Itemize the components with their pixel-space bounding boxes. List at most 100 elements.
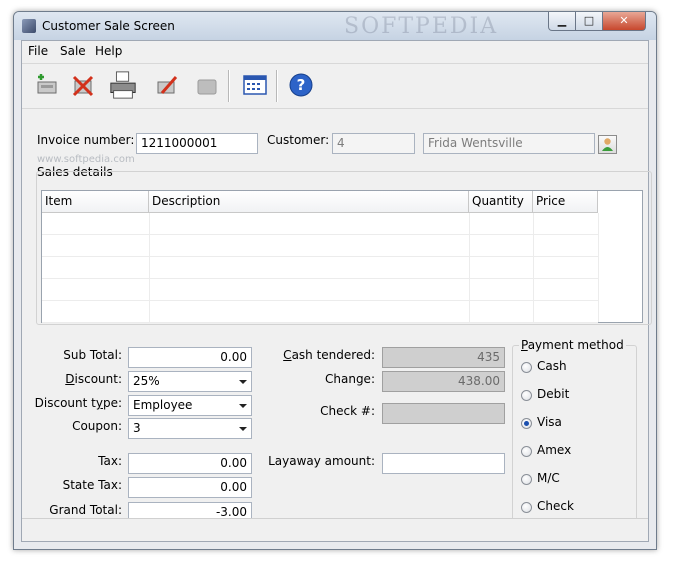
menu-help[interactable]: Help: [95, 44, 122, 58]
table-row[interactable]: [42, 279, 598, 301]
change-field[interactable]: 438.00: [382, 371, 505, 392]
grid-line: [469, 213, 470, 322]
app-icon: [22, 19, 36, 33]
minimize-button[interactable]: ▁: [548, 12, 576, 31]
radio-visa-label[interactable]: Visa: [537, 415, 562, 429]
new-sale-icon: [37, 74, 57, 94]
discount-type-label-post: pe:: [102, 396, 122, 410]
grand-total-label: Grand Total:: [49, 503, 122, 517]
discount-type-label-pre: Discount t: [34, 396, 96, 410]
edit-button[interactable]: [152, 70, 182, 100]
invoice-number-label: Invoice number:: [37, 133, 135, 147]
discount-label: Discount:: [42, 372, 122, 386]
cash-tendered-label: Cash tendered:: [272, 348, 375, 362]
disabled-icon: [197, 79, 217, 95]
radio-amex-label[interactable]: Amex: [537, 443, 571, 457]
radio-debit[interactable]: [521, 390, 532, 401]
user-icon: [602, 138, 613, 151]
radio-mc[interactable]: [521, 474, 532, 485]
cash-tendered-accesskey: C: [283, 348, 292, 362]
close-icon: ✕: [619, 14, 629, 27]
radio-amex[interactable]: [521, 446, 532, 457]
customer-name-field[interactable]: Frida Wentsville: [423, 133, 595, 154]
table-row[interactable]: [42, 213, 598, 235]
print-icon: [110, 71, 136, 99]
column-header-description[interactable]: Description: [149, 191, 469, 213]
new-sale-button[interactable]: [32, 70, 62, 100]
softpedia-url-watermark: www.softpedia.com: [37, 154, 135, 165]
calendar-icon: [243, 75, 267, 95]
radio-cash-label[interactable]: Cash: [537, 359, 567, 373]
maximize-button[interactable]: □: [575, 12, 603, 31]
chevron-down-icon: [239, 380, 247, 384]
help-icon: ?: [289, 73, 313, 97]
discount-type-label: Discount type:: [30, 396, 122, 410]
menu-bar: File Sale Help: [22, 41, 648, 61]
menu-file[interactable]: File: [28, 44, 48, 58]
discount-label-accesskey: D: [65, 372, 75, 386]
payment-method-legend-text: ayment method: [527, 338, 624, 352]
layaway-amount-label: Layaway amount:: [268, 454, 375, 468]
delete-button[interactable]: [68, 70, 98, 100]
title-bar[interactable]: Customer Sale Screen SOFTPEDIA ▁ □ ✕: [14, 12, 656, 40]
payment-method-group: Payment method Cash Debit Visa Amex M/C …: [512, 338, 637, 523]
table-row[interactable]: [42, 301, 598, 323]
print-button[interactable]: [108, 70, 138, 100]
close-button[interactable]: ✕: [602, 12, 646, 31]
sales-grid[interactable]: Item Description Quantity Price: [41, 190, 643, 323]
calendar-button[interactable]: [240, 70, 270, 100]
tax-label: Tax:: [98, 454, 122, 468]
discount-value: 25%: [133, 374, 160, 388]
discount-type-label-accesskey: y: [95, 396, 103, 410]
toolbar-separator: [276, 70, 278, 102]
menu-sale[interactable]: Sale: [60, 44, 86, 58]
radio-check[interactable]: [521, 502, 532, 513]
table-row[interactable]: [42, 257, 598, 279]
invoice-number-field[interactable]: 1211000001: [136, 133, 258, 154]
check-number-field[interactable]: [382, 403, 505, 424]
grid-line: [598, 213, 599, 322]
coupon-value: 3: [133, 421, 141, 435]
discount-type-value: Employee: [133, 398, 193, 412]
discount-type-combo[interactable]: Employee: [128, 395, 252, 416]
svg-text:?: ?: [297, 76, 306, 94]
radio-mc-label[interactable]: M/C: [537, 471, 560, 485]
customer-label: Customer:: [267, 133, 330, 147]
toolbar-separator: [228, 70, 230, 102]
discount-label-text: iscount:: [74, 372, 122, 386]
radio-check-label[interactable]: Check: [537, 499, 574, 513]
grid-line: [149, 213, 150, 322]
client-area: File Sale Help ? Invoice number: 1211000…: [21, 40, 652, 542]
radio-debit-label[interactable]: Debit: [537, 387, 569, 401]
disabled-button: [192, 70, 222, 100]
subtotal-field[interactable]: 0.00: [128, 347, 252, 368]
payment-method-legend: Payment method: [519, 338, 626, 352]
coupon-label: Coupon:: [72, 419, 122, 433]
window-title: Customer Sale Screen: [42, 19, 175, 33]
subtotal-label: Sub Total:: [63, 348, 122, 362]
customer-id-field[interactable]: 4: [332, 133, 415, 154]
column-header-quantity[interactable]: Quantity: [469, 191, 533, 213]
discount-combo[interactable]: 25%: [128, 371, 252, 392]
state-tax-label: State Tax:: [62, 478, 122, 492]
column-header-item[interactable]: Item: [42, 191, 149, 213]
tax-field[interactable]: 0.00: [128, 453, 252, 474]
status-bar: [22, 518, 648, 541]
layaway-amount-field[interactable]: [382, 453, 505, 474]
maximize-icon: □: [583, 14, 595, 27]
table-row[interactable]: [42, 235, 598, 257]
coupon-combo[interactable]: 3: [128, 418, 252, 439]
column-header-price[interactable]: Price: [533, 191, 598, 213]
cash-tendered-field[interactable]: 435: [382, 347, 505, 368]
chevron-down-icon: [239, 427, 247, 431]
state-tax-field[interactable]: 0.00: [128, 477, 252, 498]
radio-visa[interactable]: [521, 418, 532, 429]
customer-lookup-button[interactable]: [598, 135, 617, 154]
radio-cash[interactable]: [521, 362, 532, 373]
change-label: Change:: [325, 372, 375, 386]
help-button[interactable]: ?: [286, 70, 316, 100]
check-number-label: Check #:: [320, 404, 375, 418]
chevron-down-icon: [239, 404, 247, 408]
main-window: Customer Sale Screen SOFTPEDIA ▁ □ ✕ Fil…: [13, 11, 657, 550]
grid-line: [533, 213, 534, 322]
